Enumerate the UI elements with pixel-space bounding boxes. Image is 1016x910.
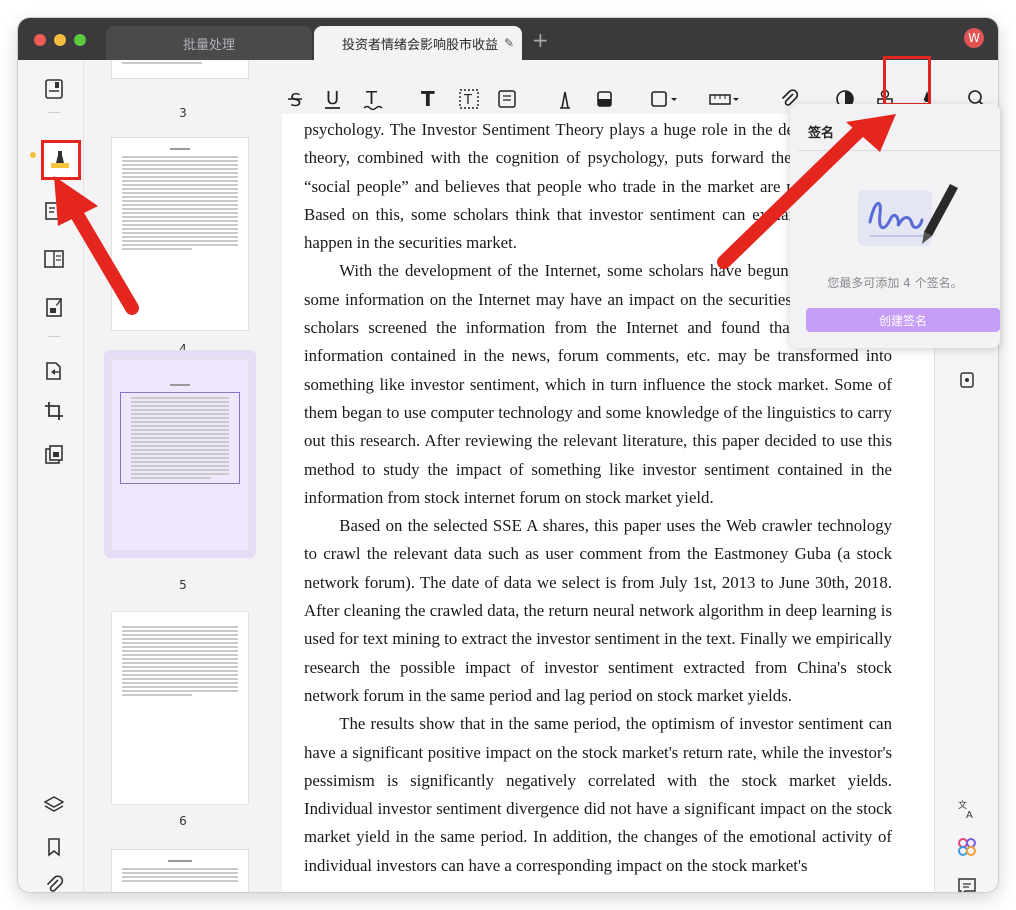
svg-text:S: S <box>290 90 301 110</box>
translate-icon[interactable]: 文A <box>956 798 978 820</box>
active-indicator <box>30 152 36 158</box>
underline-icon[interactable]: U <box>322 88 344 110</box>
eraser-icon[interactable] <box>594 88 616 110</box>
thumbnail-label: 5 <box>179 578 187 592</box>
svg-text:T: T <box>463 93 472 108</box>
thumbnail-page[interactable] <box>112 850 248 892</box>
zoom-window-button[interactable] <box>74 34 86 46</box>
strikethrough-icon[interactable]: S <box>286 88 308 110</box>
highlighter-icon[interactable] <box>49 149 71 171</box>
measure-icon[interactable] <box>708 88 742 110</box>
squiggly-icon[interactable]: T <box>362 88 384 110</box>
comment-list-icon[interactable] <box>956 876 978 892</box>
close-window-button[interactable] <box>34 34 46 46</box>
signature-illustration-icon <box>858 184 958 246</box>
document-paragraph: Based on the selected SSE A shares, this… <box>304 516 892 705</box>
thumbnail-page[interactable] <box>112 612 248 804</box>
protect-icon[interactable] <box>43 444 65 466</box>
popover-title: 签名 <box>808 126 835 141</box>
title-bar: 批量处理 投资者情绪会影响股市收益 ✎ + W <box>18 18 998 60</box>
shape-icon[interactable] <box>650 88 680 110</box>
thumbnail-page-selected[interactable] <box>112 360 248 550</box>
tab-batch[interactable]: 批量处理 <box>106 26 312 60</box>
document-paragraph: The results show that in the same period… <box>304 714 892 875</box>
signature-tool-highlight <box>883 56 931 106</box>
svg-text:U: U <box>326 88 339 109</box>
avatar[interactable]: W <box>964 28 984 48</box>
text-icon[interactable]: T <box>418 88 440 110</box>
ai-assistant-icon[interactable] <box>956 836 978 858</box>
thumbnail-label: 6 <box>179 814 187 828</box>
thumbnail-page[interactable] <box>112 60 248 78</box>
signature-limit-note: 您最多可添加 4 个签名。 <box>827 276 963 290</box>
create-signature-button[interactable]: 创建签名 <box>806 308 1000 332</box>
crop-icon[interactable] <box>43 400 65 422</box>
bookmark-icon[interactable] <box>43 836 65 858</box>
svg-text:T: T <box>421 88 435 110</box>
form-icon[interactable] <box>43 296 65 318</box>
page-thumbnails: 3 4 5 6 <box>84 60 282 892</box>
svg-text:A: A <box>966 810 973 820</box>
layers-icon[interactable] <box>43 794 65 816</box>
left-tool-rail <box>18 60 84 892</box>
tab-batch-label: 批量处理 <box>182 37 235 53</box>
minimize-window-button[interactable] <box>54 34 66 46</box>
page-organize-icon[interactable] <box>43 248 65 270</box>
rail-divider <box>48 336 60 337</box>
pencil-icon[interactable] <box>554 88 576 110</box>
edit-pdf-icon[interactable] <box>43 200 65 222</box>
note-icon[interactable] <box>496 88 518 110</box>
rail-divider <box>48 112 60 113</box>
convert-icon[interactable] <box>43 360 65 382</box>
lock-icon[interactable] <box>958 370 976 388</box>
attachment-icon[interactable] <box>43 874 65 892</box>
add-tab-button[interactable]: + <box>532 30 549 50</box>
signature-popover: 签名 您最多可添加 4 个签名。 创建签名 <box>790 104 1000 348</box>
edit-title-icon[interactable]: ✎ <box>504 36 514 50</box>
thumbnail-page[interactable] <box>112 138 248 330</box>
text-box-icon[interactable]: T <box>458 88 480 110</box>
thumbnail-label: 3 <box>179 106 187 120</box>
tab-document-label: 投资者情绪会影响股市收益 <box>342 37 499 53</box>
reader-icon[interactable] <box>43 78 65 100</box>
tab-document[interactable]: 投资者情绪会影响股市收益 ✎ <box>314 26 522 60</box>
popover-divider <box>798 150 1000 151</box>
